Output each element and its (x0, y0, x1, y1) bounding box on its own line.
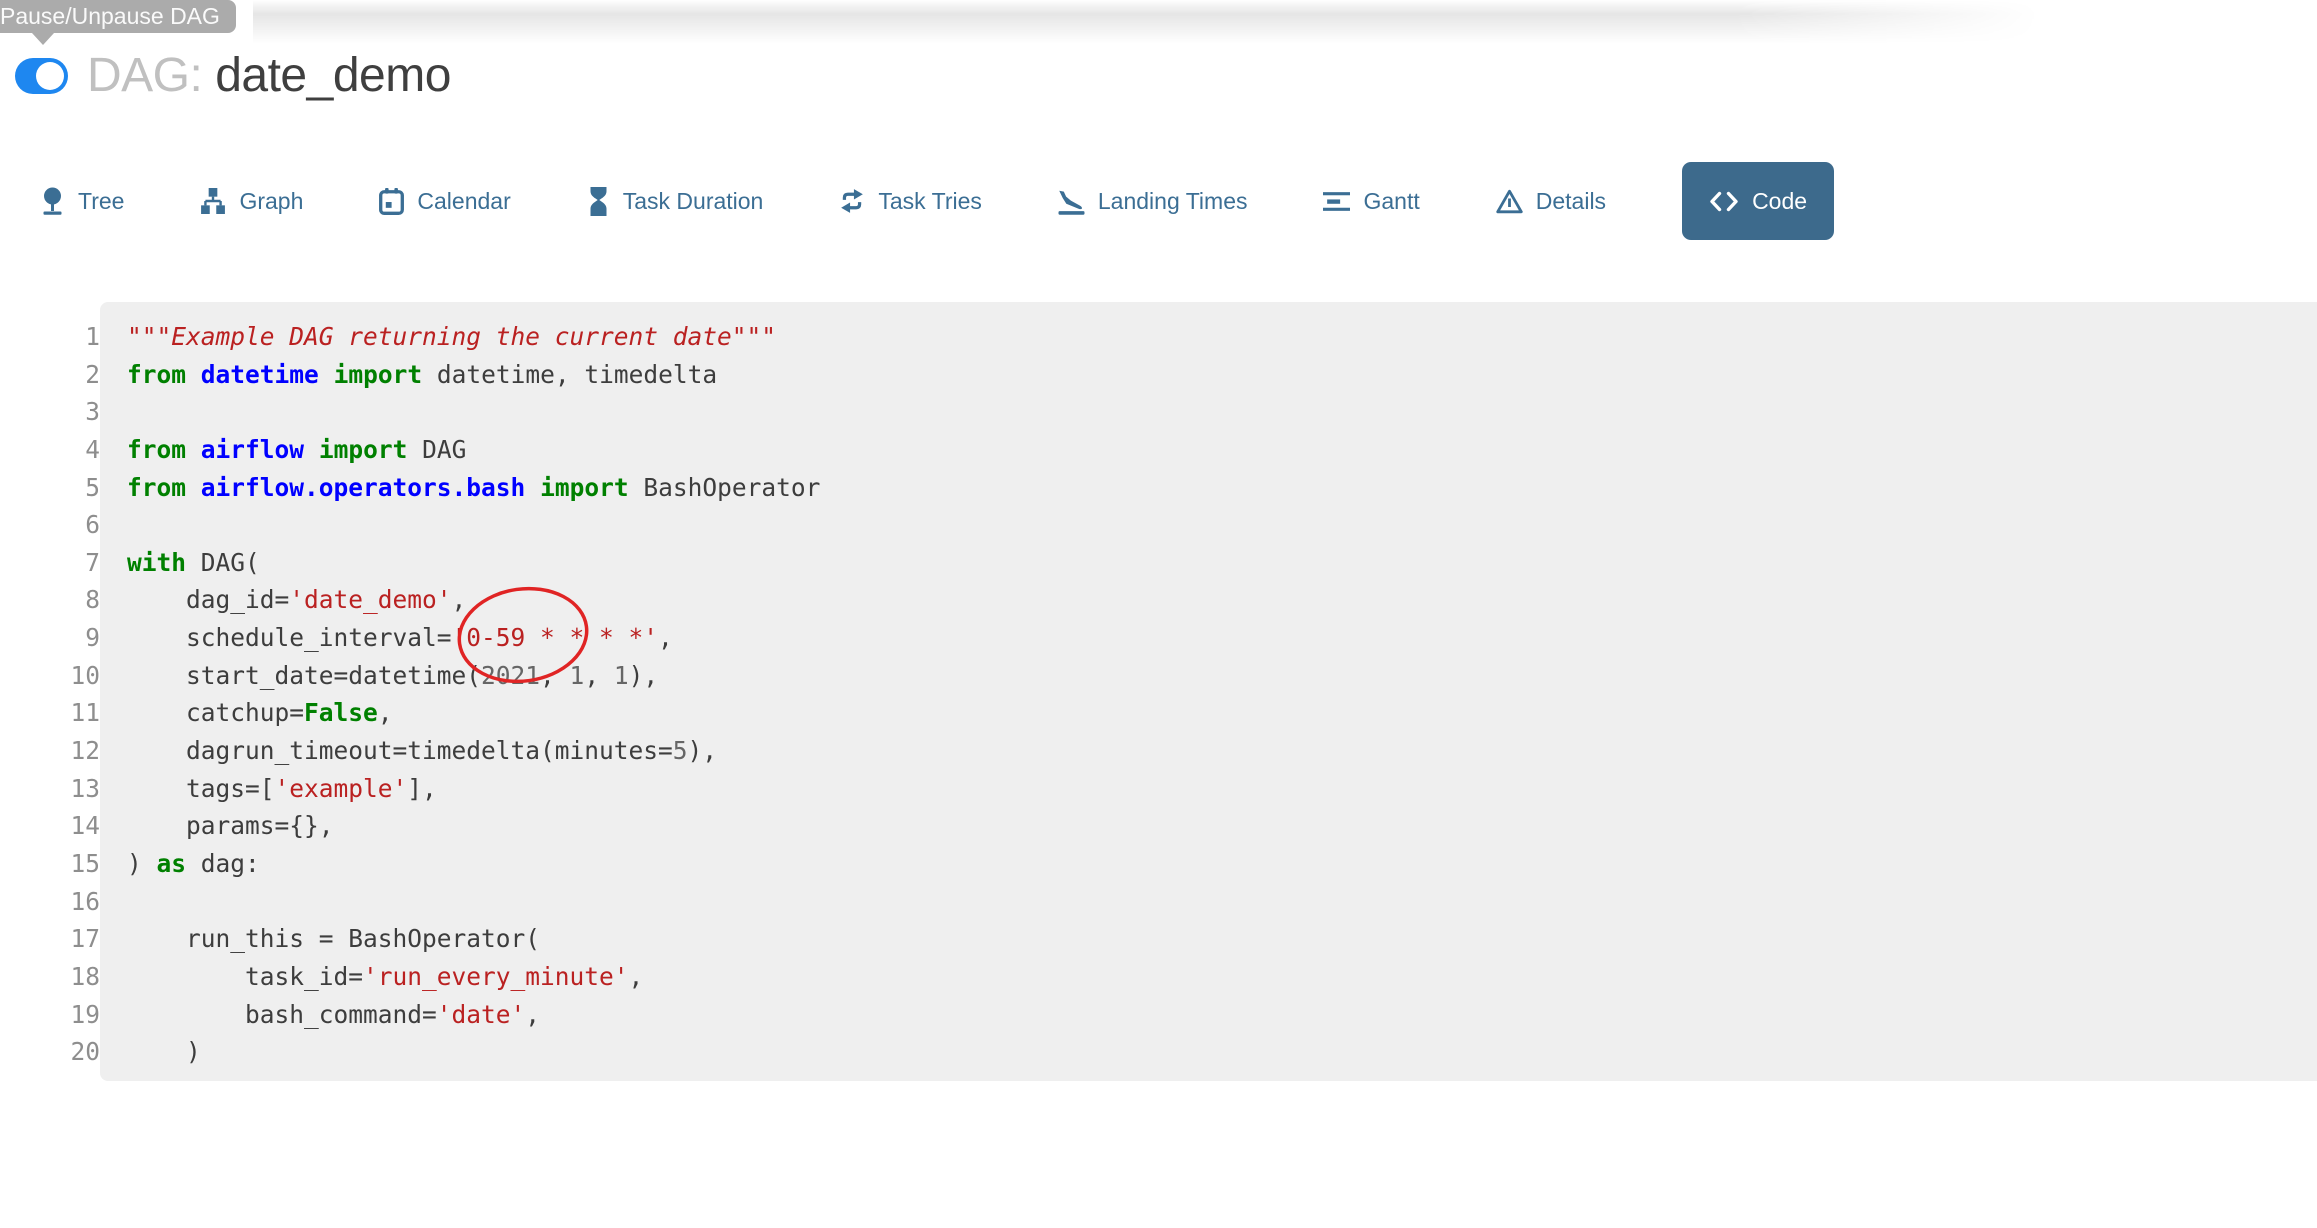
tab-label: Tree (78, 188, 124, 215)
line-number: 5 (0, 469, 100, 507)
pause-unpause-toggle[interactable] (15, 58, 68, 94)
top-shadow-band (253, 0, 2058, 46)
code-icon (1709, 191, 1739, 212)
line-number: 11 (0, 694, 100, 732)
line-number: 18 (0, 958, 100, 996)
tooltip-arrow-icon (32, 33, 54, 45)
code-line-18: task_id='run_every_minute', (127, 958, 2297, 996)
calendar-icon (379, 188, 404, 215)
tab-label: Gantt (1363, 188, 1419, 215)
line-number: 20 (0, 1033, 100, 1071)
code-line-8: dag_id='date_demo', (127, 581, 2297, 619)
graph-icon (200, 188, 226, 214)
line-number: 16 (0, 883, 100, 921)
page-title: DAG: date_demo (87, 48, 451, 103)
line-number: 9 (0, 619, 100, 657)
tree-pin-icon (40, 187, 65, 216)
tab-label: Code (1752, 188, 1807, 215)
dag-name: date_demo (215, 49, 451, 102)
tab-gantt[interactable]: Gantt (1323, 188, 1419, 215)
retry-icon (839, 188, 865, 214)
line-number: 2 (0, 356, 100, 394)
tab-landing-times[interactable]: Landing Times (1058, 188, 1248, 215)
dag-code-view: 1234567891011121314151617181920 """Examp… (0, 302, 2317, 1081)
line-number: 6 (0, 506, 100, 544)
tab-code[interactable]: Code (1682, 162, 1834, 240)
tab-graph[interactable]: Graph (200, 188, 303, 215)
dag-prefix: DAG: (87, 49, 202, 102)
tab-label: Details (1536, 188, 1606, 215)
line-number-gutter: 1234567891011121314151617181920 (0, 302, 100, 1081)
line-number: 17 (0, 920, 100, 958)
tab-calendar[interactable]: Calendar (379, 188, 510, 215)
line-number: 4 (0, 431, 100, 469)
code-line-17: run_this = BashOperator( (127, 920, 2297, 958)
code-line-12: dagrun_timeout=timedelta(minutes=5), (127, 732, 2297, 770)
line-number: 19 (0, 996, 100, 1034)
code-line-15: ) as dag: (127, 845, 2297, 883)
line-number: 10 (0, 657, 100, 695)
dag-header: DAG: date_demo (15, 48, 451, 103)
line-number: 12 (0, 732, 100, 770)
pause-toggle-tooltip: Pause/Unpause DAG (0, 0, 236, 33)
gantt-icon (1323, 188, 1350, 215)
tab-tree[interactable]: Tree (40, 187, 124, 216)
code-line-14: params={}, (127, 807, 2297, 845)
tab-task-duration[interactable]: Task Duration (587, 187, 764, 216)
code-line-16 (127, 883, 2297, 921)
hourglass-icon (587, 187, 610, 216)
tab-label: Graph (239, 188, 303, 215)
tab-task-tries[interactable]: Task Tries (839, 188, 982, 215)
line-number: 3 (0, 393, 100, 431)
tab-label: Task Tries (878, 188, 982, 215)
code-line-10: start_date=datetime(2021, 1, 1), (127, 657, 2297, 695)
tab-label: Landing Times (1098, 188, 1248, 215)
tab-label: Task Duration (623, 188, 764, 215)
plane-landing-icon (1058, 188, 1085, 215)
code-line-20: ) (127, 1033, 2297, 1071)
line-number: 14 (0, 807, 100, 845)
line-number: 13 (0, 770, 100, 808)
line-number: 1 (0, 318, 100, 356)
code-line-1: """Example DAG returning the current dat… (127, 318, 2297, 356)
line-number: 7 (0, 544, 100, 582)
tab-label: Calendar (417, 188, 510, 215)
code-block: """Example DAG returning the current dat… (100, 302, 2317, 1081)
tooltip-text: Pause/Unpause DAG (0, 3, 220, 29)
code-line-13: tags=['example'], (127, 770, 2297, 808)
tab-details[interactable]: Details (1496, 188, 1606, 215)
code-line-2: from datetime import datetime, timedelta (127, 356, 2297, 394)
code-line-6 (127, 506, 2297, 544)
details-icon (1496, 189, 1523, 214)
line-number: 8 (0, 581, 100, 619)
line-number: 15 (0, 845, 100, 883)
code-line-3 (127, 393, 2297, 431)
code-line-19: bash_command='date', (127, 996, 2297, 1034)
code-line-5: from airflow.operators.bash import BashO… (127, 469, 2297, 507)
code-line-7: with DAG( (127, 544, 2297, 582)
code-line-9: schedule_interval='0-59 * * * *', (127, 619, 2297, 657)
code-line-11: catchup=False, (127, 694, 2297, 732)
code-line-4: from airflow import DAG (127, 431, 2297, 469)
toggle-knob (36, 62, 64, 90)
dag-view-tabs: Tree Graph Calendar Task Duration Task Tries… (40, 162, 1834, 240)
